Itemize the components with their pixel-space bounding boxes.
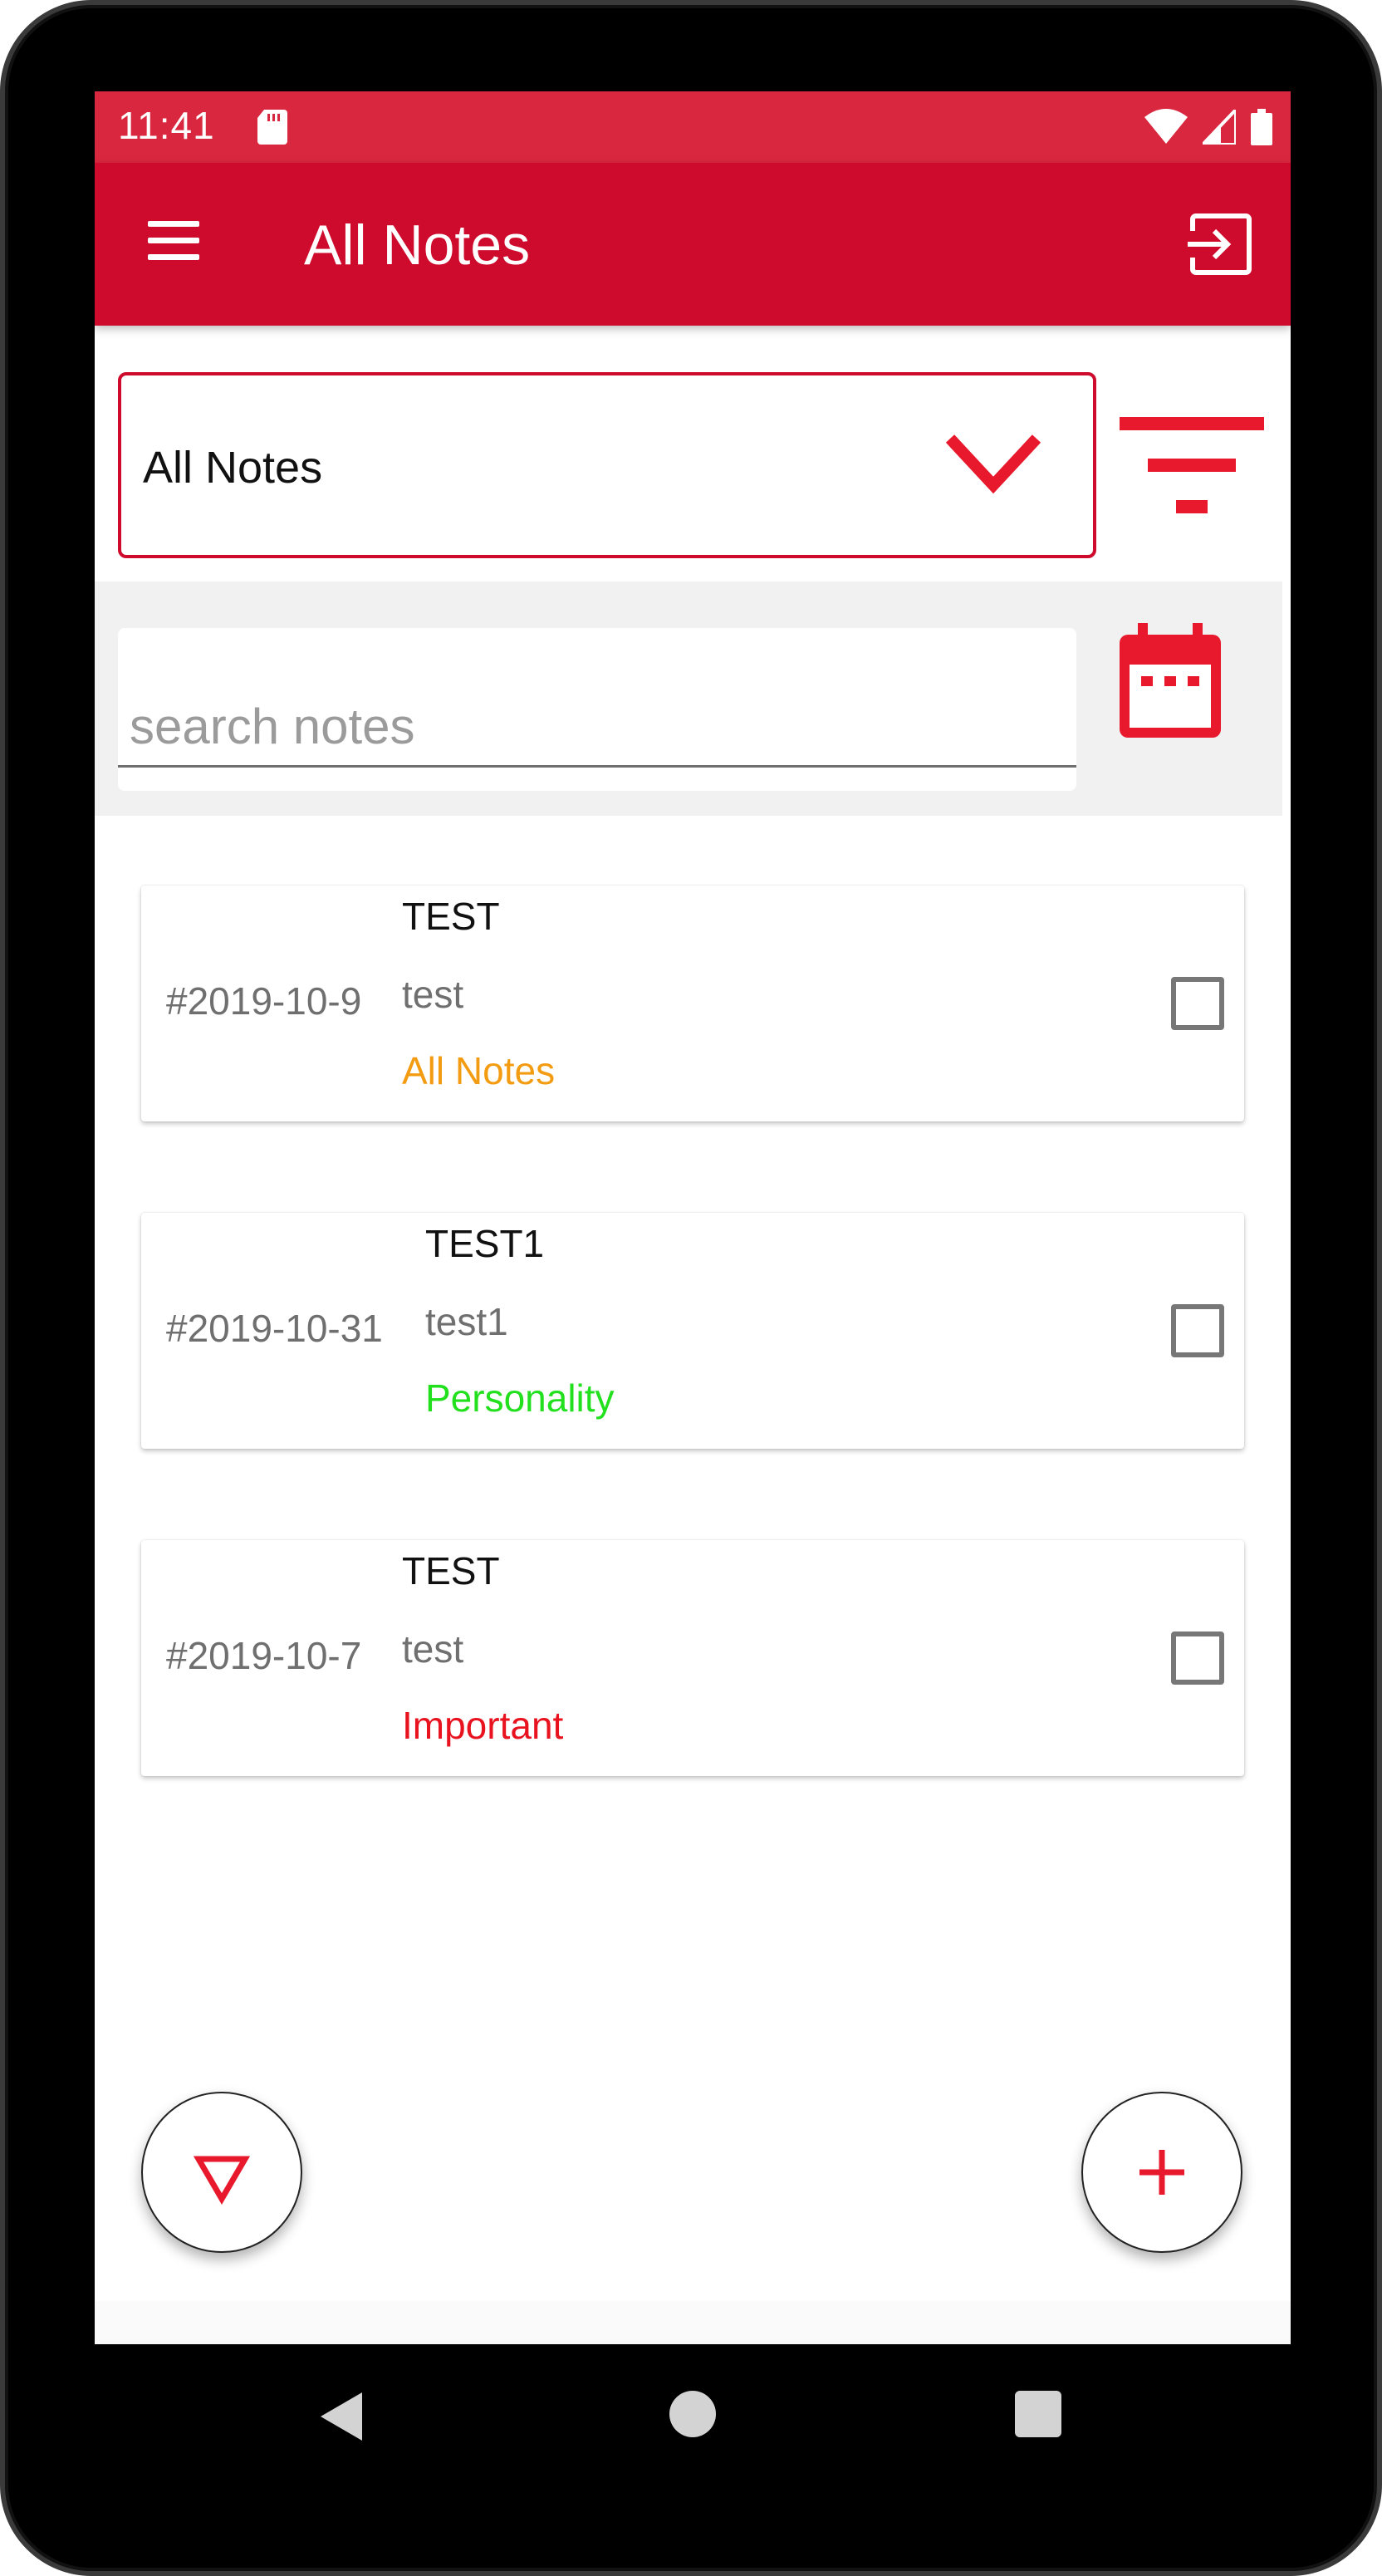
battery-icon [1251,109,1272,145]
note-title: TEST [402,1549,500,1592]
calendar-icon [1120,623,1221,738]
note-title: TEST1 [425,1222,545,1265]
page-title: All Notes [304,213,531,277]
note-checkbox[interactable] [1171,1304,1224,1357]
dropdown-selected-value: All Notes [143,443,323,493]
search-box [118,628,1076,791]
back-icon[interactable] [319,2391,365,2442]
note-category: Personality [425,1376,615,1420]
status-bar: 11:41 [95,91,1291,163]
status-time: 11:41 [118,104,215,147]
sd-card-icon [257,110,287,145]
note-date: #2019-10-9 [166,979,362,1023]
exit-button[interactable] [1188,213,1252,276]
plus-icon [1139,2150,1184,2195]
note-title: TEST [402,895,500,938]
note-card[interactable]: #2019-10-7 TEST test Important [141,1540,1244,1776]
app-bar: All Notes [95,163,1291,326]
chevron-down-icon [945,434,1041,494]
cell-signal-icon [1203,110,1236,145]
calendar-button[interactable] [1118,623,1223,739]
bottom-strip [95,2301,1291,2344]
triangle-down-icon [193,2156,251,2205]
note-date: #2019-10-31 [166,1307,383,1350]
note-category: Important [402,1704,564,1747]
filter-button[interactable] [1120,417,1264,520]
menu-button[interactable] [141,216,204,266]
app-screen: 11:41 All Notes All Notes search notes #… [95,91,1291,2344]
note-date: #2019-10-7 [166,1634,362,1677]
add-note-button[interactable] [1081,2092,1242,2253]
status-icons [1144,106,1272,148]
search-area [95,581,1282,816]
note-card[interactable]: #2019-10-31 TEST1 test1 Personality [141,1213,1244,1449]
sort-button[interactable] [141,2092,302,2253]
wifi-icon [1144,109,1188,144]
exit-to-app-icon [1188,213,1252,275]
search-input[interactable] [118,688,1076,768]
category-dropdown[interactable]: All Notes [118,372,1096,558]
note-body: test1 [425,1300,508,1343]
system-nav-bar [95,2344,1291,2487]
note-checkbox[interactable] [1171,977,1224,1030]
note-card[interactable]: #2019-10-9 TEST test All Notes [141,886,1244,1121]
note-body: test [402,1627,464,1671]
note-body: test [402,973,464,1016]
home-icon[interactable] [669,2391,716,2437]
note-checkbox[interactable] [1171,1631,1224,1685]
filter-icon [1120,417,1264,513]
recent-apps-icon[interactable] [1015,2391,1061,2437]
note-category: All Notes [402,1049,556,1092]
